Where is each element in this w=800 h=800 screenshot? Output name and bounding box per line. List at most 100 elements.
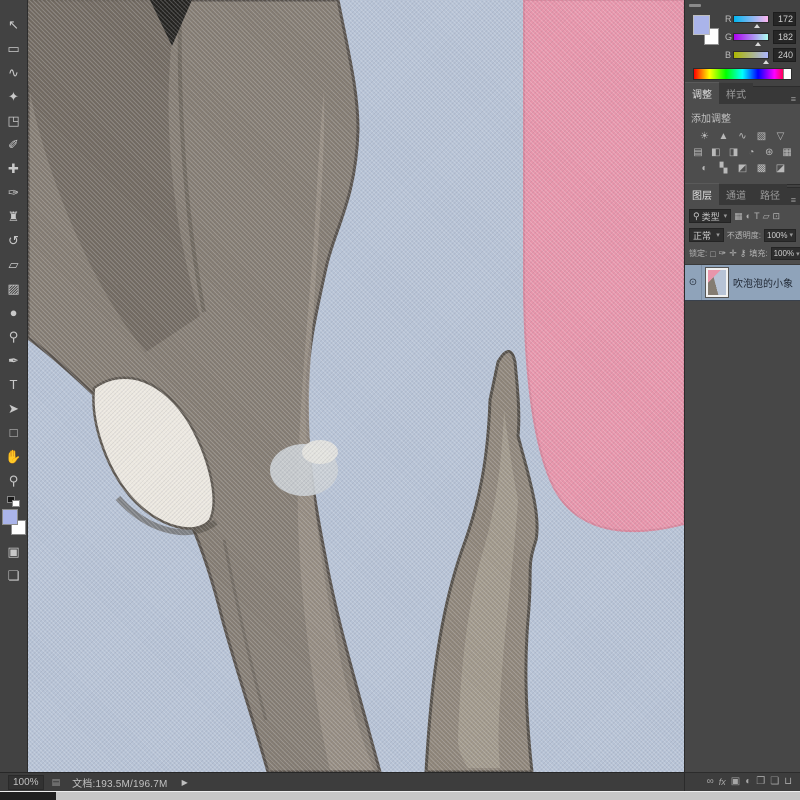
- path-selection-tool[interactable]: ➤: [3, 396, 25, 420]
- healing-brush-tool[interactable]: ✚: [3, 156, 25, 180]
- canvas-area[interactable]: [28, 0, 684, 772]
- marquee-tool[interactable]: ▭: [3, 36, 25, 60]
- status-flyout-arrow[interactable]: ▶: [182, 778, 188, 787]
- posterize-icon[interactable]: ▚: [716, 162, 731, 175]
- panel-menu-icon[interactable]: ≡: [791, 94, 796, 104]
- adjustment-filter-icon[interactable]: ◐: [746, 211, 751, 221]
- layers-footer-bar: ∞ fx ▣ ◐ ❐ ❏ ⊔: [685, 772, 800, 791]
- gradient-tool[interactable]: ▨: [3, 276, 25, 300]
- opacity-label: 不透明度:: [726, 230, 762, 240]
- status-bar: 100% ▤ 文档:193.5M/196.7M ▶: [0, 772, 684, 791]
- invert-icon[interactable]: ◐: [697, 162, 712, 175]
- red-channel-slider[interactable]: [733, 14, 769, 28]
- lock-position-icon[interactable]: ✛: [729, 248, 737, 259]
- threshold-icon[interactable]: ◩: [735, 162, 750, 175]
- layer-thumbnail[interactable]: [706, 268, 728, 297]
- layer-filter-type-dropdown[interactable]: ⚲ 类型 ▾: [689, 209, 732, 223]
- shape-filter-icon[interactable]: ▱: [763, 211, 770, 222]
- new-adjustment-layer-icon[interactable]: ◐: [745, 777, 751, 787]
- pixel-filter-icon[interactable]: ▦: [734, 211, 743, 222]
- shape-tool[interactable]: □: [3, 420, 25, 444]
- new-layer-icon[interactable]: ❏: [770, 777, 779, 787]
- lock-transparency-icon[interactable]: □: [710, 249, 715, 259]
- selective-color-icon[interactable]: ◪: [773, 162, 788, 175]
- quick-mask-button[interactable]: ▣: [3, 539, 25, 563]
- fill-field[interactable]: 100% ▾: [770, 247, 800, 260]
- tab-channels[interactable]: 通道: [719, 184, 753, 205]
- brush-tool[interactable]: ✑: [3, 180, 25, 204]
- hue-saturation-icon[interactable]: ▤: [691, 146, 705, 159]
- blue-channel-row: B 240: [725, 47, 796, 64]
- screen-mode-button[interactable]: ❏: [3, 563, 25, 587]
- eye-icon: ⊙: [688, 277, 698, 288]
- curves-icon[interactable]: ∿: [735, 130, 750, 143]
- lock-all-icon[interactable]: ⚷: [740, 248, 747, 259]
- eraser-tool[interactable]: ▱: [3, 252, 25, 276]
- photo-filter-icon[interactable]: ◔: [745, 146, 759, 159]
- opacity-field[interactable]: 100% ▾: [764, 228, 796, 242]
- foreground-color-swatch[interactable]: [693, 15, 710, 35]
- channel-mixer-icon[interactable]: ⊛: [762, 146, 776, 159]
- layer-name[interactable]: 吹泡泡的小象: [733, 275, 793, 290]
- layers-panel-menu-icon[interactable]: ≡: [791, 195, 796, 205]
- status-info-icon: ▤: [51, 776, 61, 787]
- hand-tool[interactable]: ✋: [3, 444, 25, 468]
- color-lookup-icon[interactable]: ▦: [780, 146, 794, 159]
- green-channel-value[interactable]: 182: [773, 29, 796, 44]
- tab-paths[interactable]: 路径: [753, 184, 787, 205]
- green-channel-slider[interactable]: [733, 32, 769, 46]
- color-panel: R 172 G 182 B 240: [685, 9, 800, 86]
- blue-channel-slider[interactable]: [733, 50, 769, 64]
- lock-pixels-icon[interactable]: ✑: [719, 248, 727, 259]
- crop-tool[interactable]: ◳: [3, 108, 25, 132]
- layer-style-icon[interactable]: fx: [719, 777, 726, 787]
- blend-mode-dropdown[interactable]: 正常 ▾: [689, 228, 724, 242]
- black-white-icon[interactable]: ◨: [727, 146, 741, 159]
- type-filter-icon[interactable]: T: [754, 211, 760, 221]
- layer-visibility-toggle[interactable]: ⊙: [685, 265, 702, 300]
- delete-layer-icon[interactable]: ⊔: [784, 777, 792, 787]
- white-chip[interactable]: [783, 69, 791, 79]
- photoshop-window: ↖ ▭ ∿ ✦ ◳ ✐ ✚ ✑ ♜ ↺ ▱ ▨ ● ⚲ ✒ T ➤ □ ✋ ⚲ …: [0, 0, 800, 800]
- brightness-contrast-icon[interactable]: ☀: [697, 130, 712, 143]
- blue-channel-value[interactable]: 240: [773, 47, 796, 62]
- gradient-map-icon[interactable]: ▩: [754, 162, 769, 175]
- lasso-tool[interactable]: ∿: [3, 60, 25, 84]
- eyedropper-tool[interactable]: ✐: [3, 132, 25, 156]
- adjustments-tab-bar: 调整 样式 ≡: [685, 82, 800, 104]
- blur-tool[interactable]: ●: [3, 300, 25, 324]
- zoom-level-field[interactable]: 100%: [8, 774, 44, 790]
- red-slider-thumb[interactable]: [753, 23, 760, 28]
- move-tool[interactable]: ↖: [3, 12, 25, 36]
- default-colors-icon[interactable]: [7, 496, 20, 507]
- search-icon: ⚲: [693, 210, 700, 221]
- new-group-icon[interactable]: ❐: [756, 777, 765, 787]
- blue-slider-thumb[interactable]: [763, 59, 769, 64]
- link-layers-icon[interactable]: ∞: [707, 777, 714, 787]
- history-brush-tool[interactable]: ↺: [3, 228, 25, 252]
- clone-stamp-tool[interactable]: ♜: [3, 204, 25, 228]
- fill-value: 100%: [773, 249, 795, 258]
- exposure-icon[interactable]: ▧: [754, 130, 769, 143]
- vibrance-icon[interactable]: ▽: [773, 130, 788, 143]
- levels-icon[interactable]: ▲: [716, 130, 731, 143]
- foreground-color-swatch[interactable]: [1, 509, 18, 525]
- pen-tool[interactable]: ✒: [3, 348, 25, 372]
- quick-selection-tool[interactable]: ✦: [3, 84, 25, 108]
- type-tool[interactable]: T: [3, 372, 25, 396]
- red-channel-value[interactable]: 172: [773, 11, 796, 26]
- smart-object-filter-icon[interactable]: ⊡: [773, 211, 781, 222]
- color-spectrum-ramp[interactable]: [693, 68, 792, 80]
- dodge-tool[interactable]: ⚲: [3, 324, 25, 348]
- color-balance-icon[interactable]: ◧: [709, 146, 723, 159]
- green-slider-thumb[interactable]: [755, 41, 762, 46]
- zoom-tool[interactable]: ⚲: [3, 468, 25, 492]
- color-swatches: [1, 509, 26, 535]
- layer-row-selected[interactable]: ⊙ 吹泡泡的小象: [685, 265, 800, 301]
- green-channel-row: G 182: [725, 29, 796, 46]
- layers-tab-bar: 图层 通道 路径 ≡: [685, 183, 800, 205]
- tab-layers[interactable]: 图层: [685, 183, 719, 205]
- add-mask-icon[interactable]: ▣: [731, 777, 740, 787]
- tab-styles[interactable]: 样式: [719, 83, 753, 104]
- panel-grip[interactable]: [689, 4, 701, 7]
